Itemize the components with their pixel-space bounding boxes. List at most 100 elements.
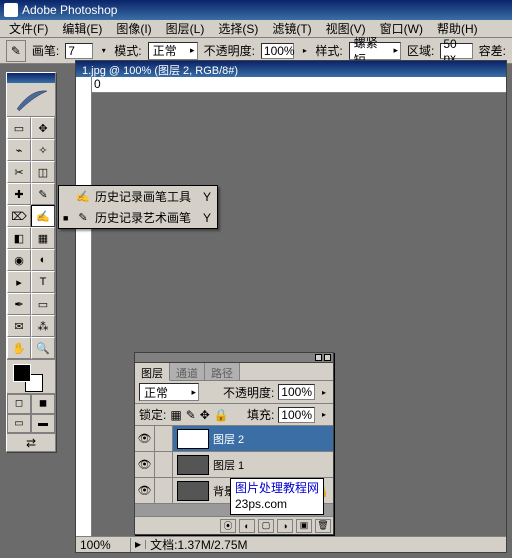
flyout-item-art-history-brush[interactable]: ■ ✎ 历史记录艺术画笔 Y: [59, 207, 217, 228]
type-tool[interactable]: T: [31, 271, 55, 293]
toolbox-logo: [7, 83, 55, 117]
style-dropdown[interactable]: 螺紧短: [349, 42, 401, 60]
blend-mode-dropdown[interactable]: 正常: [148, 42, 198, 60]
style-label: 样式:: [315, 42, 342, 59]
stamp-tool[interactable]: ⌦: [7, 205, 31, 227]
layer-blend-mode[interactable]: 正常: [139, 383, 199, 401]
lock-position-icon[interactable]: ✥: [200, 408, 210, 422]
history-brush-flyout: ✍ 历史记录画笔工具 Y ■ ✎ 历史记录艺术画笔 Y: [58, 185, 218, 229]
layer-thumbnail[interactable]: [177, 455, 209, 475]
delete-layer-button[interactable]: 🗑: [315, 519, 331, 533]
move-tool[interactable]: ✥: [31, 117, 55, 139]
layer-name[interactable]: 图层 1: [213, 457, 333, 473]
quickmask-mode[interactable]: ◼: [31, 394, 55, 414]
foreground-color[interactable]: [13, 364, 31, 382]
tolerance-label: 容差:: [479, 42, 506, 59]
wand-tool[interactable]: ✧: [31, 139, 55, 161]
app-title: Adobe Photoshop: [22, 3, 117, 17]
link-cell[interactable]: [155, 426, 173, 451]
layer-thumbnail[interactable]: [177, 481, 209, 501]
menu-file[interactable]: 文件(F): [2, 20, 55, 37]
history-brush-tool[interactable]: ✍: [31, 205, 55, 227]
visibility-icon[interactable]: 👁: [135, 478, 155, 503]
menu-layer[interactable]: 图层(L): [159, 20, 212, 37]
zoom-tool[interactable]: 🔍: [31, 337, 55, 359]
tool-preset-icon[interactable]: ✎: [6, 40, 26, 62]
layer-mask-button[interactable]: ◐: [239, 519, 255, 533]
menu-help[interactable]: 帮助(H): [430, 20, 485, 37]
ruler-vertical[interactable]: [76, 77, 92, 536]
layer-row[interactable]: 👁 图层 1: [135, 452, 333, 478]
status-arrow[interactable]: ▶: [131, 540, 146, 549]
eraser-tool[interactable]: ◧: [7, 227, 31, 249]
brush-picker-arrow[interactable]: ▾: [99, 44, 108, 58]
toolbox-header[interactable]: [7, 73, 55, 83]
lock-transparency-icon[interactable]: ▦: [170, 408, 181, 422]
jump-to-imageready[interactable]: ⇄: [7, 433, 55, 451]
link-cell[interactable]: [155, 452, 173, 477]
link-cell[interactable]: [155, 478, 173, 503]
panel-header[interactable]: [135, 353, 333, 363]
marquee-tool[interactable]: ▭: [7, 117, 31, 139]
screen-mode-1[interactable]: ▭: [7, 414, 31, 434]
opacity-label: 不透明度:: [204, 42, 255, 59]
brush-size-field[interactable]: 7: [65, 43, 93, 59]
pen-tool[interactable]: ✒: [7, 293, 31, 315]
adjustment-layer-button[interactable]: ◑: [277, 519, 293, 533]
standard-mode[interactable]: ◻: [7, 394, 31, 414]
lock-all-icon[interactable]: 🔒: [214, 408, 229, 422]
layer-opacity-field[interactable]: 100%: [278, 384, 315, 400]
new-set-button[interactable]: ▢: [258, 519, 274, 533]
ruler-horizontal[interactable]: 0: [92, 77, 506, 93]
zoom-field[interactable]: 100%: [76, 538, 131, 552]
visibility-icon[interactable]: 👁: [135, 452, 155, 477]
slice-tool[interactable]: ◫: [31, 161, 55, 183]
art-history-brush-icon: ✎: [75, 211, 91, 224]
layer-row[interactable]: 👁 图层 2: [135, 426, 333, 452]
area-field[interactable]: 50 px: [440, 43, 472, 59]
minimize-icon[interactable]: [315, 354, 322, 361]
path-tool[interactable]: ▸: [7, 271, 31, 293]
fill-field[interactable]: 100%: [278, 407, 315, 423]
menu-filter[interactable]: 滤镜(T): [265, 20, 318, 37]
brush-tool[interactable]: ✎: [31, 183, 55, 205]
layer-style-button[interactable]: ⦿: [220, 519, 236, 533]
panel-tabs: 图层 通道 路径: [135, 363, 333, 381]
lock-pixels-icon[interactable]: ✎: [186, 408, 196, 422]
layer-name[interactable]: 图层 2: [213, 431, 333, 447]
layer-thumbnail[interactable]: [177, 429, 209, 449]
healing-tool[interactable]: ✚: [7, 183, 31, 205]
shape-tool[interactable]: ▭: [31, 293, 55, 315]
feather-icon: [13, 87, 49, 113]
watermark-line2: 23ps.com: [235, 497, 319, 513]
visibility-icon[interactable]: 👁: [135, 426, 155, 451]
screen-mode-2[interactable]: ▬: [31, 414, 55, 434]
tab-paths[interactable]: 路径: [205, 363, 240, 380]
fill-label: 填充:: [247, 406, 274, 423]
layer-opacity-arrow[interactable]: ▸: [319, 385, 329, 399]
eyedropper-tool[interactable]: ⁂: [31, 315, 55, 337]
crop-tool[interactable]: ✂: [7, 161, 31, 183]
watermark: 图片处理教程网 23ps.com: [230, 478, 324, 515]
hand-tool[interactable]: ✋: [7, 337, 31, 359]
lasso-tool[interactable]: ⌁: [7, 139, 31, 161]
flyout-item-history-brush[interactable]: ✍ 历史记录画笔工具 Y: [59, 186, 217, 207]
gradient-tool[interactable]: ▦: [31, 227, 55, 249]
tab-channels[interactable]: 通道: [170, 363, 205, 380]
opacity-field[interactable]: 100%: [261, 43, 295, 59]
menu-select[interactable]: 选择(S): [211, 20, 265, 37]
dodge-tool[interactable]: ◐: [31, 249, 55, 271]
tab-layers[interactable]: 图层: [135, 363, 170, 381]
menu-edit[interactable]: 编辑(E): [55, 20, 109, 37]
blur-tool[interactable]: ◉: [7, 249, 31, 271]
fill-arrow[interactable]: ▸: [319, 408, 329, 422]
new-layer-button[interactable]: ▣: [296, 519, 312, 533]
mode-label: 模式:: [114, 42, 141, 59]
notes-tool[interactable]: ✉: [7, 315, 31, 337]
menubar: 文件(F) 编辑(E) 图像(I) 图层(L) 选择(S) 滤镜(T) 视图(V…: [0, 20, 512, 38]
opacity-arrow[interactable]: ▸: [300, 44, 309, 58]
menu-image[interactable]: 图像(I): [109, 20, 158, 37]
close-icon[interactable]: [324, 354, 331, 361]
watermark-line1: 图片处理教程网: [235, 481, 319, 497]
doc-info: 文档:1.37M/2.75M: [146, 536, 251, 553]
